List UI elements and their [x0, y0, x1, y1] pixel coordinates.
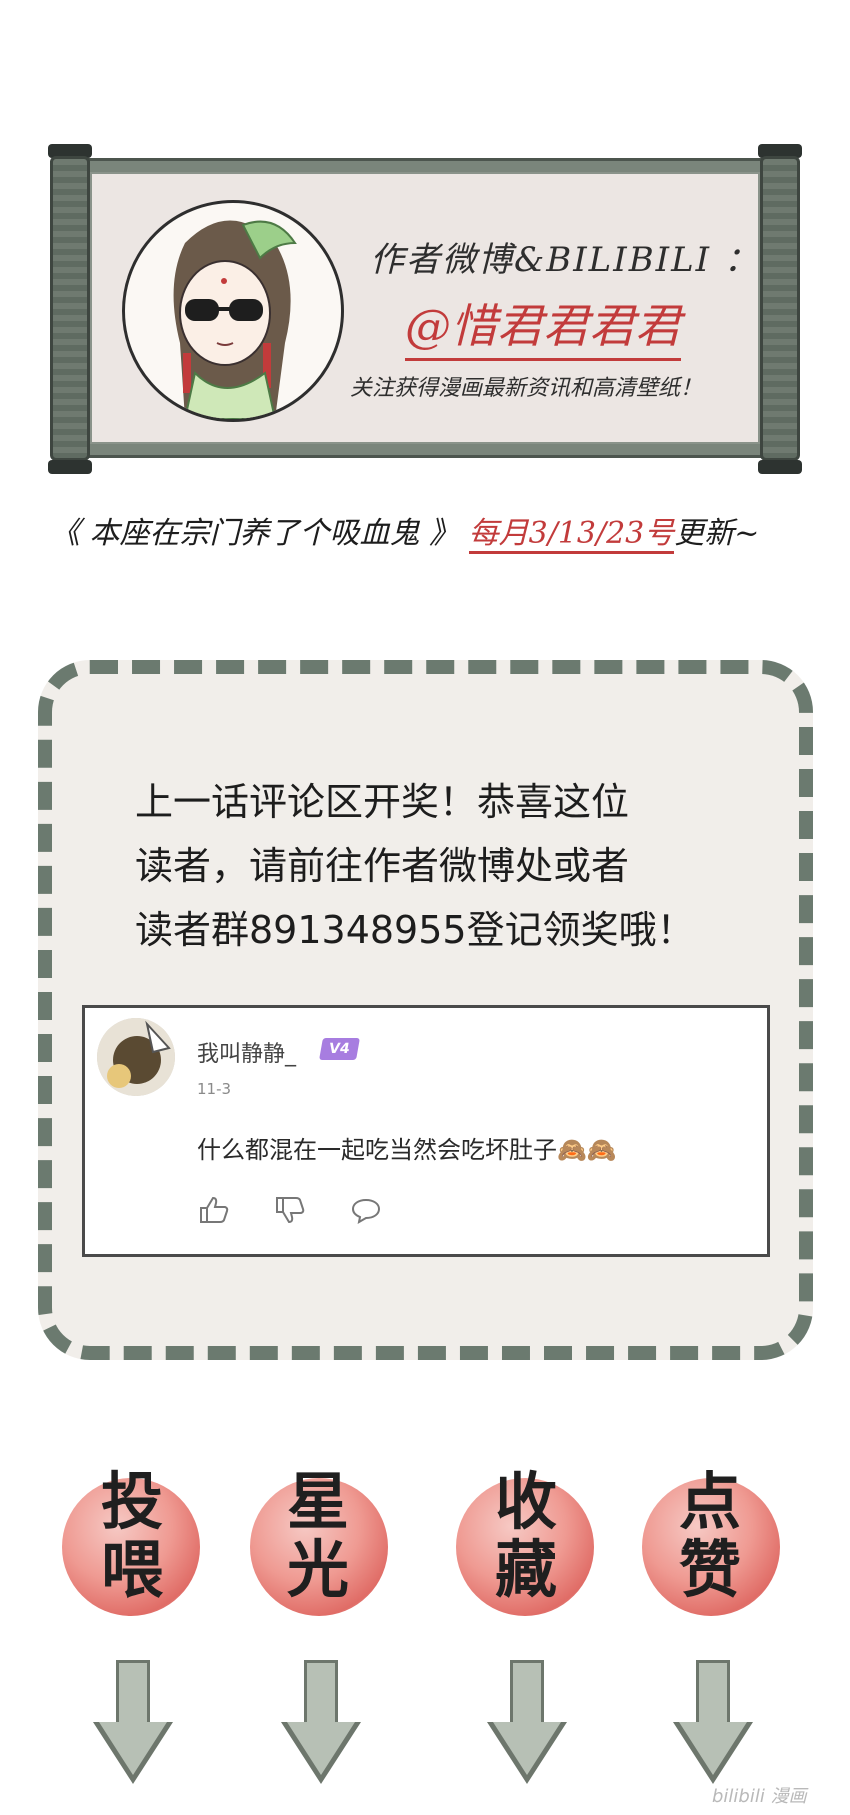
banner-heading: 作者微博&BILIBILI ： [370, 240, 760, 280]
reply-icon[interactable] [351, 1198, 381, 1228]
update-schedule-line: 《 本座在宗门养了个吸血鬼 》 每月3/13/23号更新~ [50, 508, 810, 554]
scroll-cap-right-bottom [758, 460, 802, 474]
level-badge: V4 [319, 1038, 360, 1060]
commenter-username[interactable]: 我叫静静_ [197, 1036, 296, 1068]
comic-title: 《 本座在宗门养了个吸血鬼 》 [50, 516, 460, 551]
announcement-line-3: 读者群891348955登记领奖哦！ [135, 908, 695, 952]
update-days: 每月3/13/23号 [468, 516, 675, 554]
starlight-action[interactable]: 星光 [268, 1468, 368, 1604]
announcement-line-2: 读者，请前往作者微博处或者 [135, 844, 630, 888]
scroll-rod-left [50, 156, 90, 461]
announcement-line-1: 上一话评论区开奖！恭喜这位 [135, 780, 630, 824]
author-avatar [122, 200, 344, 422]
comment-date: 11-3 [197, 1080, 232, 1098]
scroll-rod-right [760, 156, 800, 461]
comment-text: 什么都混在一起吃当然会吃坏肚子🙈🙈 [197, 1130, 617, 1165]
like-action[interactable]: 点赞 [660, 1468, 760, 1604]
comment-emoji: 🙈🙈 [557, 1136, 617, 1164]
banner-subtext: 关注获得漫画最新资讯和高清壁纸！ [350, 376, 703, 401]
favorite-action[interactable]: 收藏 [476, 1468, 576, 1604]
feed-action[interactable]: 投喂 [82, 1468, 182, 1604]
commenter-avatar[interactable] [97, 1018, 175, 1096]
update-suffix: 更新~ [674, 516, 760, 551]
bilibili-watermark: bilibili 漫画 [712, 1786, 807, 1807]
author-portrait-illustration [173, 220, 297, 419]
dislike-icon[interactable] [275, 1196, 305, 1228]
author-handle[interactable]: @惜君君君君 [405, 290, 681, 361]
comment-body: 什么都混在一起吃当然会吃坏肚子 [197, 1136, 557, 1164]
like-icon[interactable] [199, 1196, 229, 1228]
winning-comment: 我叫静静_ V4 11-3 什么都混在一起吃当然会吃坏肚子🙈🙈 [82, 1005, 770, 1257]
announcement-text: 上一话评论区开奖！恭喜这位 读者，请前往作者微博处或者 读者群891348955… [135, 770, 695, 962]
scroll-cap-left-bottom [48, 460, 92, 474]
